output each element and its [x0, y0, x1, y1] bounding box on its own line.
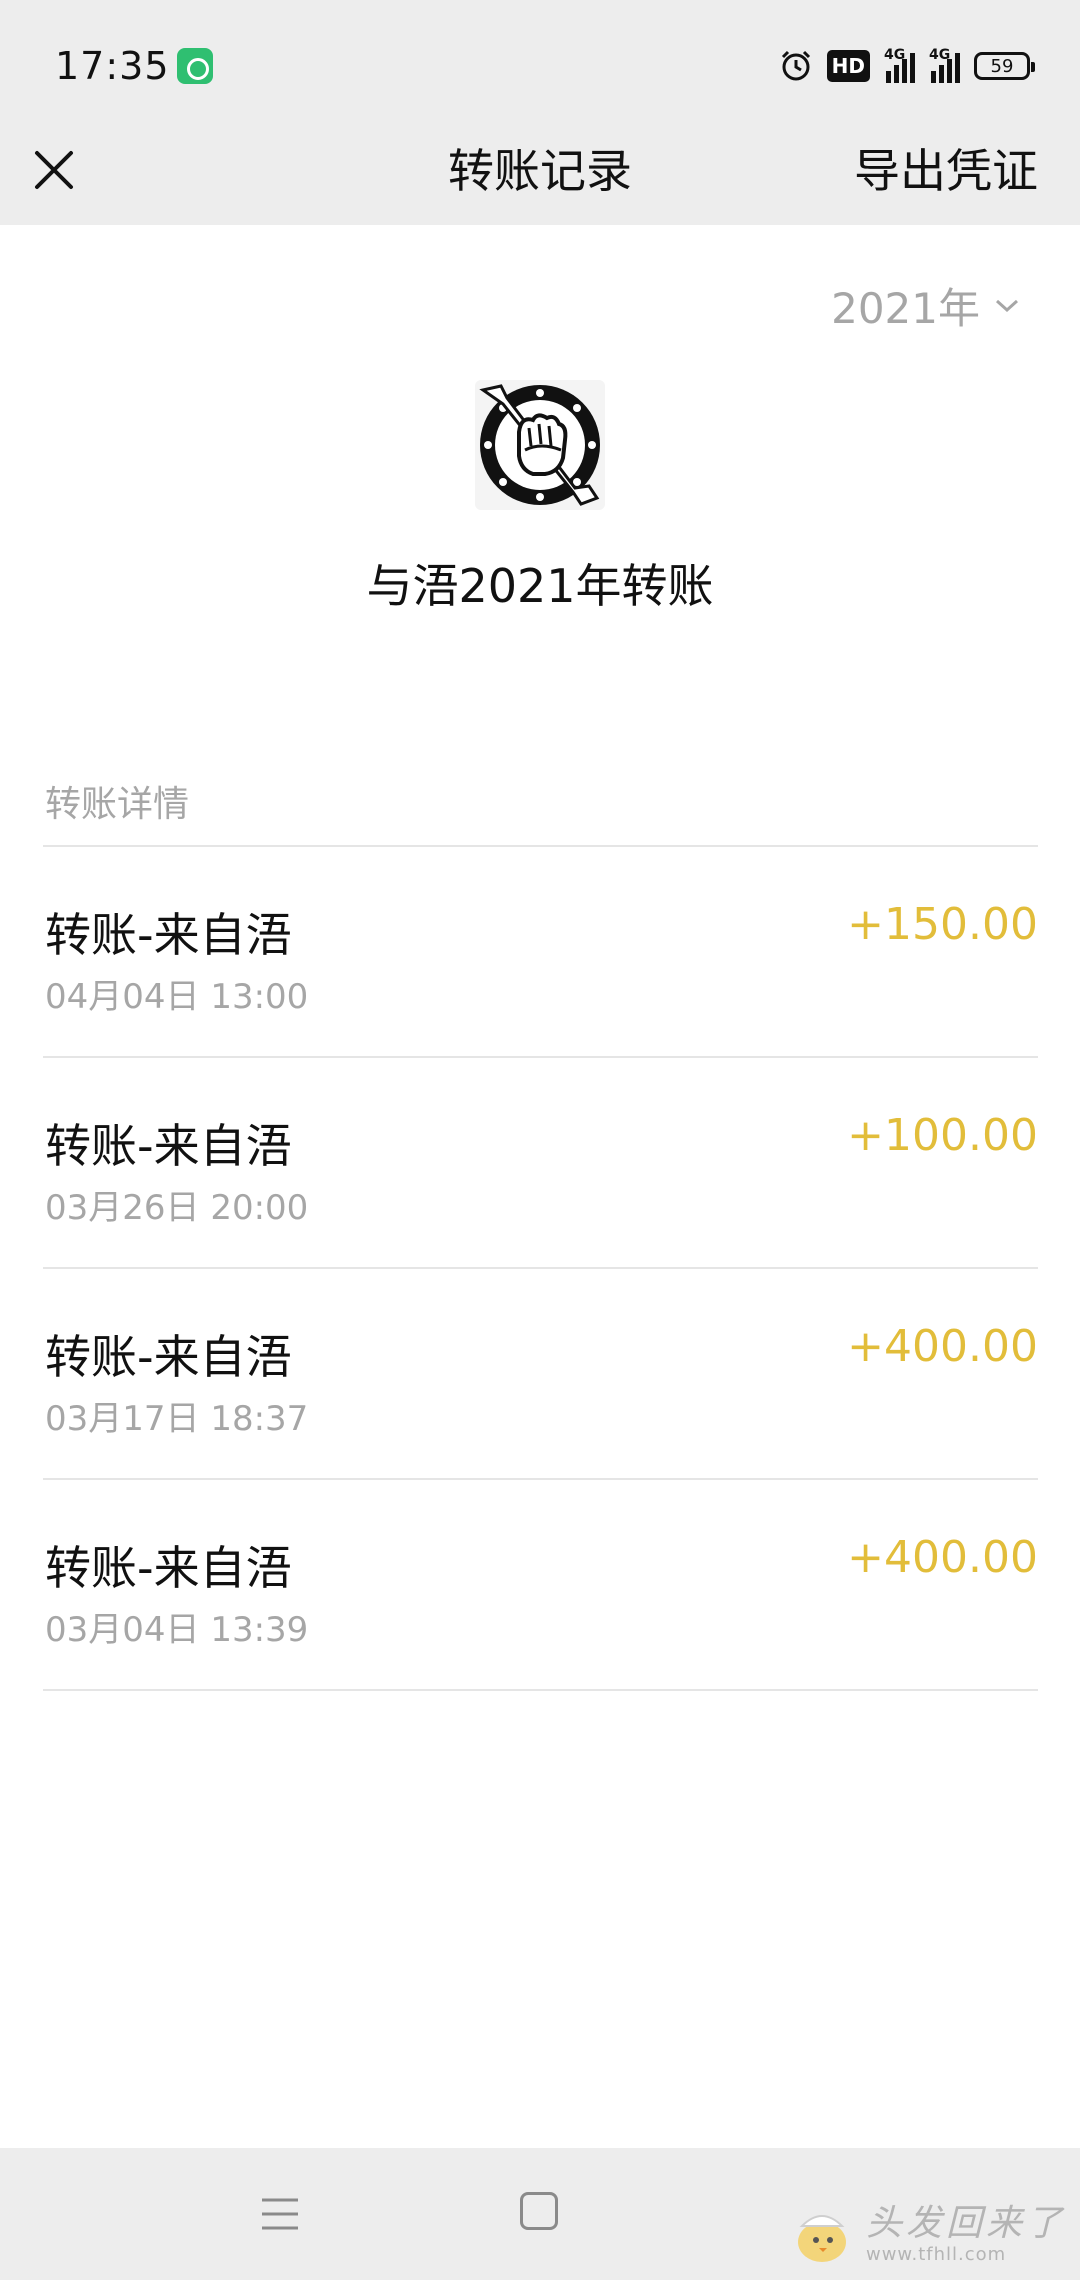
close-button[interactable]	[28, 140, 80, 200]
transaction-title: 转账-来自浯	[45, 908, 292, 962]
transaction-time: 03月17日 18:37	[45, 1399, 309, 1439]
chevron-down-icon	[995, 299, 1019, 312]
transaction-row[interactable]: 转账-来自浯 04月04日 13:00 +150.00	[43, 847, 1038, 1058]
transaction-title: 转账-来自浯	[45, 1330, 292, 1384]
export-voucher-button[interactable]: 导出凭证	[854, 135, 1038, 201]
signal-icon: 4G	[884, 47, 915, 83]
status-bar: 17:35 HD 4G 4G 59	[0, 0, 1080, 130]
nav-bar: 转账记录 导出凭证	[0, 130, 1080, 225]
chick-icon	[797, 2215, 846, 2262]
system-nav-bar: 头发回来了 www.tfhll.com	[0, 2148, 1080, 2280]
menu-icon[interactable]	[260, 2194, 300, 2234]
signal-label: 4G	[884, 47, 906, 63]
signal-icon: 4G	[929, 47, 960, 83]
transaction-amount: +150.00	[847, 899, 1038, 950]
transaction-list: 转账-来自浯 04月04日 13:00 +150.00 转账-来自浯 03月26…	[43, 845, 1038, 1691]
transaction-row[interactable]: 转账-来自浯 03月17日 18:37 +400.00	[43, 1269, 1038, 1480]
home-icon[interactable]	[520, 2192, 558, 2230]
transaction-amount: +400.00	[847, 1532, 1038, 1583]
transaction-time: 03月04日 13:39	[45, 1610, 309, 1650]
status-icons: HD 4G 4G 59	[779, 46, 1035, 86]
alarm-icon	[781, 50, 810, 81]
transaction-row[interactable]: 转账-来自浯 03月26日 20:00 +100.00	[43, 1058, 1038, 1269]
status-time: 17:35	[55, 44, 170, 88]
fist-wrench-logo	[479, 384, 600, 506]
battery-icon: 59	[974, 52, 1035, 80]
transaction-title: 转账-来自浯	[45, 1541, 292, 1595]
watermark: 头发回来了 www.tfhll.com	[788, 2204, 1066, 2266]
signal-label: 4G	[929, 47, 951, 63]
app-notification-icon	[177, 48, 213, 84]
transfer-summary-title: 与浯2021年转账	[366, 559, 714, 613]
watermark-url: www.tfhll.com	[865, 2244, 1007, 2265]
transaction-amount: +100.00	[847, 1110, 1038, 1161]
avatar	[475, 380, 605, 510]
hd-icon: HD	[826, 50, 870, 82]
year-selector[interactable]: 2021年	[831, 275, 1020, 336]
year-value: 2021年	[831, 284, 980, 333]
transaction-row[interactable]: 转账-来自浯 03月04日 13:39 +400.00	[43, 1480, 1038, 1691]
transaction-title: 转账-来自浯	[45, 1119, 292, 1173]
transaction-time: 04月04日 13:00	[45, 977, 309, 1017]
transaction-time: 03月26日 20:00	[45, 1188, 309, 1228]
close-icon	[35, 151, 73, 189]
watermark-text: 头发回来了	[865, 2203, 1066, 2244]
transaction-amount: +400.00	[847, 1321, 1038, 1372]
section-label: 转账详情	[45, 784, 190, 825]
